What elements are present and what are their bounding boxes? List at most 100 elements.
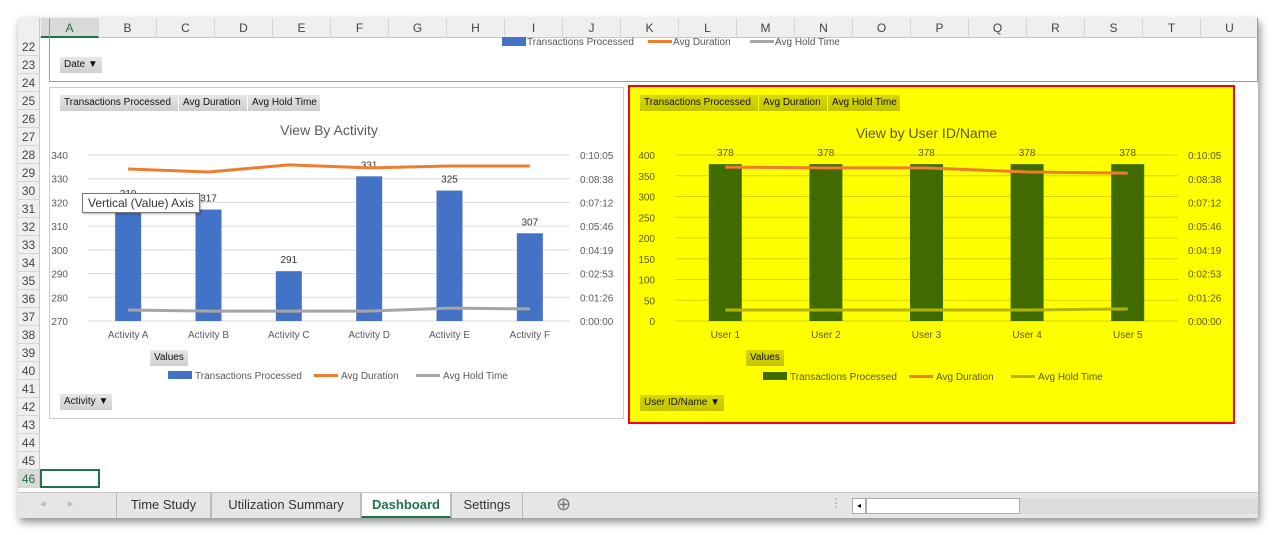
y2-tick-label: 0:08:38 [1188, 175, 1222, 186]
axis-field-button[interactable]: User ID/Name ▼ [640, 395, 725, 411]
chart-svg: View by User ID/Name 0 50 100 150 200 250 300 35… [638, 125, 1222, 383]
y-tick-label: 50 [644, 296, 656, 307]
row-header-43[interactable]: 43 [18, 416, 40, 434]
sheet-tab-settings[interactable]: Settings [451, 493, 523, 518]
row-header-26[interactable]: 26 [18, 110, 40, 128]
scroll-left-arrow[interactable]: ◂ [852, 498, 866, 514]
bar [195, 209, 222, 321]
legend-label: Avg Duration [936, 372, 994, 383]
bar [436, 190, 463, 321]
scroll-right-icon[interactable]: ▸ [68, 497, 74, 510]
scrollbar-thumb[interactable] [866, 498, 1020, 514]
bar [809, 164, 843, 321]
x-tick-label: User 2 [811, 330, 841, 341]
splitter-handle[interactable]: ⋮ [830, 496, 842, 510]
select-all-corner[interactable] [18, 18, 40, 38]
row-header-29[interactable]: 29 [18, 164, 40, 182]
values-button[interactable]: Values [150, 350, 188, 366]
y-tick-label: 290 [51, 270, 68, 281]
field-button[interactable]: Avg Duration [179, 95, 247, 111]
y-tick-label: 200 [638, 234, 655, 245]
horizontal-scrollbar[interactable]: ◂ [852, 498, 1258, 514]
data-label: 307 [521, 217, 538, 228]
row-header-44[interactable]: 44 [18, 434, 40, 452]
x-tick-label: User 4 [1012, 330, 1042, 341]
sheet-tab-bar: ◂ ▸ Time Study Utilization Summary Dashboa… [18, 492, 1258, 518]
row-header-36[interactable]: 36 [18, 290, 40, 308]
row-header-40[interactable]: 40 [18, 362, 40, 380]
y2-tick-label: 0:05:46 [580, 222, 614, 233]
legend-swatch-duration [648, 40, 672, 43]
y-tick-label: 330 [51, 175, 68, 186]
row-header-30[interactable]: 30 [18, 182, 40, 200]
y-tick-label: 320 [51, 198, 68, 209]
row-header-41[interactable]: 41 [18, 380, 40, 398]
bar [275, 271, 302, 321]
y-tick-label: 150 [638, 255, 655, 266]
legend-label: Transactions Processed [527, 37, 634, 48]
row-header-37[interactable]: 37 [18, 308, 40, 326]
y2-tick-label: 0:00:00 [580, 317, 614, 328]
legend-swatch-duration [314, 374, 338, 377]
legend-swatch-duration [909, 375, 933, 378]
top-chart[interactable]: Transactions Processed Avg Duration Avg … [49, 18, 1258, 82]
row-header-31[interactable]: 31 [18, 200, 40, 218]
row-header-35[interactable]: 35 [18, 272, 40, 290]
legend-swatch-transactions [502, 37, 526, 46]
axis-field-button[interactable]: Activity ▼ [60, 394, 113, 410]
sheet-tab-utilization-summary[interactable]: Utilization Summary [211, 493, 361, 518]
chart-view-by-activity[interactable]: Transactions Processed Avg Duration Avg Ho… [49, 87, 624, 419]
row-header-33[interactable]: 33 [18, 236, 40, 254]
data-label: 378 [1019, 148, 1036, 159]
row-header-46[interactable]: 46 [18, 470, 40, 488]
row-header-42[interactable]: 42 [18, 398, 40, 416]
row-header-28[interactable]: 28 [18, 146, 40, 164]
x-tick-label: Activity E [429, 330, 470, 341]
excel-window: ABCDEFGHIJKLMNOPQRSTU 22 23 24 25 26 27 28 29 30… [18, 18, 1258, 518]
field-button[interactable]: Transactions Processed [640, 95, 758, 111]
axis-tooltip: Vertical (Value) Axis [82, 193, 200, 213]
legend-swatch-transactions [168, 371, 192, 379]
chart-title: View by User ID/Name [856, 125, 998, 141]
y2-tick-label: 0:02:53 [580, 270, 614, 281]
chart-title: View By Activity [280, 122, 378, 138]
scroll-left-icon[interactable]: ◂ [40, 497, 46, 510]
row-header-32[interactable]: 32 [18, 218, 40, 236]
row-header-34[interactable]: 34 [18, 254, 40, 272]
row-header-27[interactable]: 27 [18, 128, 40, 146]
y-tick-label: 300 [51, 246, 68, 257]
row-header-24[interactable]: 24 [18, 74, 40, 92]
bar [708, 164, 742, 321]
values-button[interactable]: Values [746, 350, 784, 366]
sheet-tab-time-study[interactable]: Time Study [116, 493, 211, 518]
new-sheet-button[interactable]: ⊕ [556, 494, 571, 515]
field-button[interactable]: Avg Hold Time [828, 95, 900, 111]
date-filter-button[interactable]: Date ▼ [60, 57, 102, 73]
x-tick-label: User 1 [711, 330, 741, 341]
data-label: 378 [717, 148, 734, 159]
legend-label: Transactions Processed [790, 372, 897, 383]
row-header-45[interactable]: 45 [18, 452, 40, 470]
y-tick-label: 350 [638, 172, 655, 183]
chart-view-by-user[interactable]: Transactions Processed Avg Duration Avg Ho… [628, 85, 1235, 424]
row-header-39[interactable]: 39 [18, 344, 40, 362]
row-header-23[interactable]: 23 [18, 56, 40, 74]
y2-tick-label: 0:07:12 [580, 198, 614, 209]
field-button[interactable]: Avg Duration [759, 95, 827, 111]
field-button[interactable]: Avg Hold Time [248, 95, 320, 111]
y2-tick-label: 0:04:19 [1188, 246, 1222, 257]
row-header-25[interactable]: 25 [18, 92, 40, 110]
bar [1010, 164, 1044, 321]
row-header-38[interactable]: 38 [18, 326, 40, 344]
selected-cell-a46[interactable] [40, 469, 100, 488]
x-tick-label: User 3 [912, 330, 942, 341]
y-tick-label: 340 [51, 151, 68, 162]
legend-label: Transactions Processed [195, 371, 302, 382]
legend-label: Avg Hold Time [775, 37, 840, 48]
field-button[interactable]: Transactions Processed [60, 95, 178, 111]
bar [115, 204, 142, 321]
x-tick-label: Activity D [348, 330, 390, 341]
sheet-tab-dashboard[interactable]: Dashboard [361, 493, 451, 518]
data-label: 378 [918, 148, 935, 159]
row-header-22[interactable]: 22 [18, 38, 40, 56]
